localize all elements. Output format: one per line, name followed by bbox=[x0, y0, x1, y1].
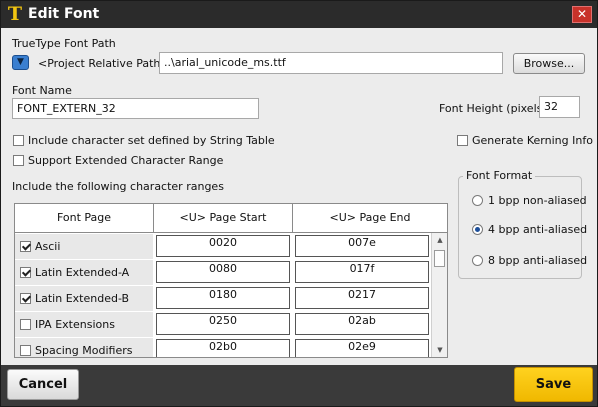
ranges-label: Include the following character ranges bbox=[12, 180, 224, 193]
font-page-name: Latin Extended-B bbox=[35, 292, 130, 305]
table-row: Latin Extended-B 0180 0217 bbox=[15, 285, 430, 311]
radio-label: 4 bpp anti-aliased bbox=[488, 223, 588, 236]
checkbox-box[interactable] bbox=[13, 155, 24, 166]
font-path-label: TrueType Font Path bbox=[12, 37, 116, 50]
row-checkbox[interactable] bbox=[20, 345, 31, 356]
table-row: Spacing Modifiers 02b0 02e9 bbox=[15, 337, 430, 357]
close-button[interactable]: ✕ bbox=[572, 6, 592, 23]
page-end-input[interactable]: 02ab bbox=[295, 313, 429, 335]
page-start-input[interactable]: 0080 bbox=[156, 261, 290, 283]
table-row: Latin Extended-A 0080 017f bbox=[15, 259, 430, 285]
path-type-dropdown-button[interactable]: ▼ bbox=[12, 55, 29, 70]
browse-button[interactable]: Browse... bbox=[513, 53, 585, 74]
checkbox-box[interactable] bbox=[13, 135, 24, 146]
title-bar[interactable]: T Edit Font ✕ bbox=[1, 1, 597, 28]
font-page-name: Latin Extended-A bbox=[35, 266, 130, 279]
radio-label: 8 bpp anti-aliased bbox=[488, 254, 588, 267]
font-page-cell: Ascii bbox=[15, 234, 153, 259]
table-header: Font Page <U> Page Start <U> Page End bbox=[15, 204, 447, 233]
save-button[interactable]: Save bbox=[514, 367, 593, 402]
font-page-cell: Spacing Modifiers bbox=[15, 338, 153, 357]
page-start-input[interactable]: 02b0 bbox=[156, 339, 290, 357]
row-checkbox[interactable] bbox=[20, 267, 31, 278]
dialog-footer bbox=[1, 365, 597, 406]
extended-range-checkbox[interactable]: Support Extended Character Range bbox=[13, 154, 223, 167]
radio-label: 1 bpp non-aliased bbox=[488, 194, 587, 207]
page-start-input[interactable]: 0020 bbox=[156, 235, 290, 257]
checkbox-box[interactable] bbox=[457, 135, 468, 146]
column-header-page-start[interactable]: <U> Page Start bbox=[154, 204, 293, 232]
radio-1bpp[interactable]: 1 bpp non-aliased bbox=[472, 194, 587, 207]
table-scrollbar[interactable]: ▲ ▼ bbox=[431, 233, 447, 357]
edit-font-dialog: T Edit Font ✕ TrueType Font Path ▼ <Proj… bbox=[0, 0, 598, 407]
radio-4bpp[interactable]: 4 bpp anti-aliased bbox=[472, 223, 587, 236]
row-checkbox[interactable] bbox=[20, 319, 31, 330]
extended-range-label: Support Extended Character Range bbox=[28, 154, 224, 167]
radio-button[interactable] bbox=[472, 255, 483, 266]
dialog-title: Edit Font bbox=[28, 6, 100, 22]
include-string-table-checkbox[interactable]: Include character set defined by String … bbox=[13, 134, 275, 147]
page-end-input[interactable]: 007e bbox=[295, 235, 429, 257]
close-icon: ✕ bbox=[576, 7, 588, 21]
font-format-label: Font Format bbox=[463, 169, 536, 182]
font-path-input[interactable]: ..\arial_unicode_ms.ttf bbox=[159, 52, 503, 74]
page-end-input[interactable]: 017f bbox=[295, 261, 429, 283]
path-type-label: <Project Relative Path> bbox=[38, 57, 170, 70]
font-page-name: Spacing Modifiers bbox=[35, 344, 133, 357]
kerning-checkbox[interactable]: Generate Kerning Info bbox=[457, 134, 593, 147]
page-start-input[interactable]: 0250 bbox=[156, 313, 290, 335]
column-header-font-page[interactable]: Font Page bbox=[15, 204, 154, 232]
table-row: Ascii 0020 007e bbox=[15, 233, 430, 259]
radio-button[interactable] bbox=[472, 224, 483, 235]
font-page-name: Ascii bbox=[35, 240, 61, 253]
scroll-thumb[interactable] bbox=[434, 250, 445, 267]
kerning-label: Generate Kerning Info bbox=[472, 134, 593, 147]
include-string-table-label: Include character set defined by String … bbox=[28, 134, 275, 147]
scroll-down-arrow-icon[interactable]: ▼ bbox=[432, 343, 447, 357]
radio-button[interactable] bbox=[472, 195, 483, 206]
row-checkbox[interactable] bbox=[20, 293, 31, 304]
row-checkbox[interactable] bbox=[20, 241, 31, 252]
chevron-down-icon: ▼ bbox=[17, 57, 24, 67]
font-page-cell: Latin Extended-B bbox=[15, 286, 153, 311]
font-page-name: IPA Extensions bbox=[35, 318, 115, 331]
table-row: IPA Extensions 0250 02ab bbox=[15, 311, 430, 337]
column-header-page-end[interactable]: <U> Page End bbox=[293, 204, 447, 232]
font-height-label: Font Height (pixels) bbox=[439, 102, 547, 115]
radio-8bpp[interactable]: 8 bpp anti-aliased bbox=[472, 254, 587, 267]
font-name-label: Font Name bbox=[12, 84, 72, 97]
scroll-up-arrow-icon[interactable]: ▲ bbox=[432, 233, 447, 247]
character-ranges-table: Font Page <U> Page Start <U> Page End As… bbox=[14, 203, 448, 358]
page-end-input[interactable]: 02e9 bbox=[295, 339, 429, 357]
app-logo-icon: T bbox=[7, 3, 23, 25]
font-page-cell: Latin Extended-A bbox=[15, 260, 153, 285]
font-page-cell: IPA Extensions bbox=[15, 312, 153, 337]
page-start-input[interactable]: 0180 bbox=[156, 287, 290, 309]
font-name-input[interactable]: FONT_EXTERN_32 bbox=[12, 98, 259, 119]
cancel-button[interactable]: Cancel bbox=[7, 369, 79, 400]
page-end-input[interactable]: 0217 bbox=[295, 287, 429, 309]
font-height-input[interactable]: 32 bbox=[539, 96, 580, 118]
